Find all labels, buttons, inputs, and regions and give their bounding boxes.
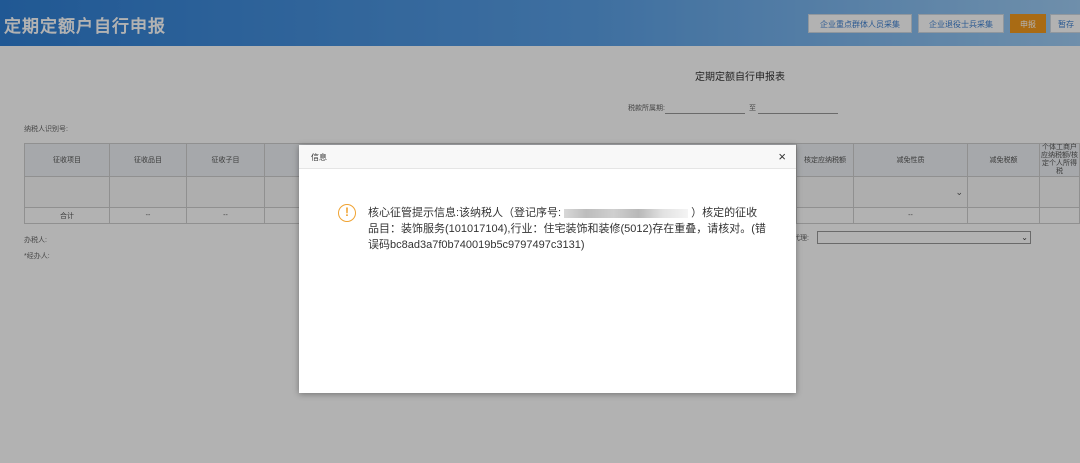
dialog-title: 信息 (311, 153, 327, 162)
info-dialog: 信息 × ! 核心征管提示信息:该纳税人（登记序号: ）核定的征收品目：装饰服务(… (299, 145, 796, 393)
message-part-1: 核心征管提示信息:该纳税人（登记序号: (368, 207, 562, 219)
dialog-header: 信息 × (299, 145, 796, 169)
close-icon[interactable]: × (778, 149, 786, 165)
redacted-id (564, 208, 689, 218)
dialog-message: 核心征管提示信息:该纳税人（登记序号: ）核定的征收品目：装饰服务(1010171… (368, 205, 768, 253)
warning-icon: ! (338, 204, 356, 222)
